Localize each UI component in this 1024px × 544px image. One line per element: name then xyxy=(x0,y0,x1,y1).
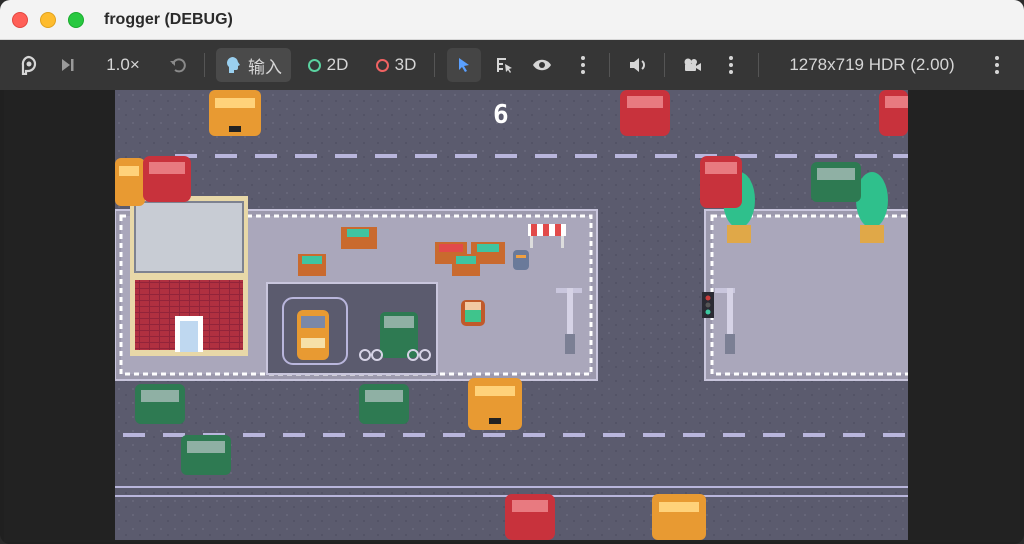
minimize-window-button[interactable] xyxy=(40,12,56,28)
maximize-window-button[interactable] xyxy=(68,12,84,28)
select-tool-button[interactable] xyxy=(447,48,481,82)
undo-icon xyxy=(169,56,187,74)
step-forward-icon xyxy=(59,57,75,73)
toolbar-divider xyxy=(434,53,435,77)
green-car xyxy=(181,435,231,475)
dot xyxy=(581,56,585,60)
mode-2d-button[interactable]: 2D xyxy=(300,48,356,82)
toolbar-divider xyxy=(609,53,610,77)
camera-icon xyxy=(682,57,702,73)
speaker-icon xyxy=(628,56,648,74)
dot xyxy=(581,70,585,74)
cursor-arrow-icon xyxy=(456,57,472,73)
time-scale-button[interactable]: 1.0× xyxy=(98,48,148,82)
ring-2d-icon xyxy=(307,58,321,72)
input-toggle-label: 输入 xyxy=(248,57,282,77)
game-scene xyxy=(115,90,908,540)
engine-menu-button[interactable] xyxy=(14,48,42,82)
list-select-button[interactable] xyxy=(490,48,518,82)
dot xyxy=(729,63,733,67)
view-options-menu-button[interactable] xyxy=(574,48,592,82)
green-car xyxy=(811,162,861,202)
visibility-button[interactable] xyxy=(528,48,556,82)
dot xyxy=(729,70,733,74)
taxi-car xyxy=(115,158,145,206)
eye-icon xyxy=(532,58,552,72)
camera-options-menu-button[interactable] xyxy=(722,48,740,82)
engine-logo-icon xyxy=(18,55,38,75)
red-car xyxy=(700,156,742,208)
parked-truck xyxy=(380,312,418,358)
debug-toolbar: 1.0× 输入 2D 3D 1278x719 HDR (2.00) xyxy=(0,40,1024,90)
close-window-button[interactable] xyxy=(12,12,28,28)
mute-button[interactable] xyxy=(624,48,652,82)
parked-bus xyxy=(297,310,329,360)
game-canvas[interactable] xyxy=(115,90,908,540)
camera-override-button[interactable] xyxy=(678,48,706,82)
taxi-car xyxy=(209,90,261,136)
resolution-label: 1278x719 HDR (2.00) xyxy=(789,55,955,74)
toolbar-divider xyxy=(664,53,665,77)
toolbar-divider xyxy=(204,53,205,77)
taxi-car xyxy=(468,378,522,430)
title-bar: frogger (DEBUG) xyxy=(0,0,1024,40)
taxi-car xyxy=(652,494,706,540)
brick-building xyxy=(130,196,248,356)
app-window: frogger (DEBUG) 1.0× 输入 2D 3D 1278x719 H… xyxy=(0,0,1024,544)
mode-3d-button[interactable]: 3D xyxy=(368,48,424,82)
input-toggle-button[interactable]: 输入 xyxy=(216,48,291,82)
green-car xyxy=(359,384,409,424)
mailbox xyxy=(513,250,529,270)
player-frog xyxy=(461,300,485,326)
dot xyxy=(729,56,733,60)
toolbar-divider xyxy=(758,53,759,77)
red-car xyxy=(505,494,555,540)
dot xyxy=(995,70,999,74)
window-title: frogger (DEBUG) xyxy=(104,11,233,28)
step-frame-button[interactable] xyxy=(54,48,80,82)
green-car xyxy=(135,384,185,424)
dot xyxy=(995,56,999,60)
red-car xyxy=(879,90,908,136)
reset-speed-button[interactable] xyxy=(164,48,192,82)
list-select-icon xyxy=(495,56,513,74)
ring-3d-icon xyxy=(375,58,389,72)
input-head-icon xyxy=(225,56,241,74)
mode-2d-label: 2D xyxy=(326,55,349,74)
dot xyxy=(581,63,585,67)
road-edge-line xyxy=(115,486,908,488)
window-options-menu-button[interactable] xyxy=(988,48,1006,82)
mode-3d-label: 3D xyxy=(394,55,417,74)
red-car xyxy=(143,156,191,202)
dot xyxy=(995,63,999,67)
red-car xyxy=(620,90,670,136)
